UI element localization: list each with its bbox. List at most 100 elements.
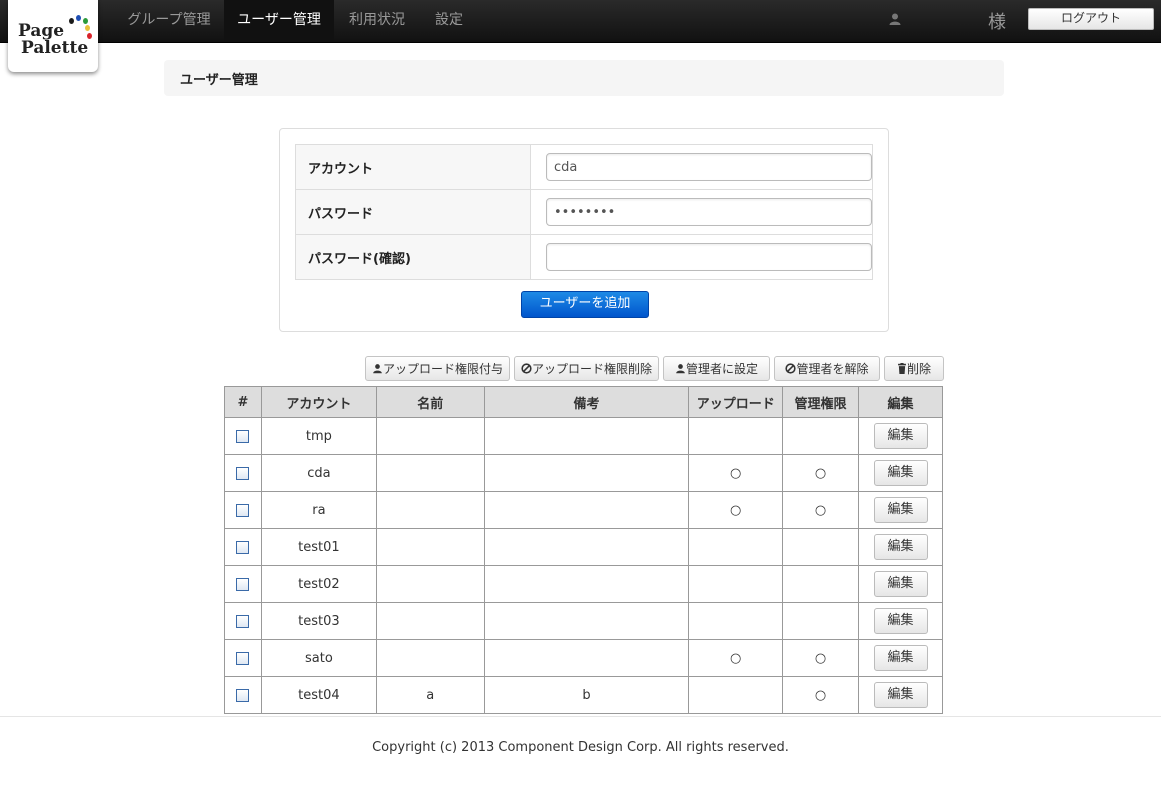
- table-row: test02 編集: [224, 565, 943, 603]
- password-label: パスワード: [295, 189, 531, 235]
- cell-admin: ○: [782, 676, 859, 714]
- cell-note: b: [483, 676, 690, 714]
- cell-name: [375, 491, 485, 529]
- edit-button[interactable]: 編集: [873, 645, 928, 671]
- top-navbar: グループ管理 ユーザー管理 利用状況 設定 様 ログアウト: [0, 0, 1161, 43]
- cell-account: test02: [260, 565, 377, 603]
- edit-button[interactable]: 編集: [873, 534, 928, 560]
- cell-upload: ○: [688, 454, 784, 492]
- cell-admin: ○: [782, 639, 859, 677]
- cell-admin: ○: [782, 491, 859, 529]
- page-title: ユーザー管理: [180, 73, 258, 88]
- cell-account: cda: [260, 454, 377, 492]
- row-checkbox[interactable]: [236, 651, 250, 665]
- cell-note: [483, 528, 690, 566]
- cell-name: [375, 602, 485, 640]
- table-row: ra ○ ○ 編集: [224, 491, 943, 529]
- cell-note: [483, 639, 690, 677]
- table-row: test01 編集: [224, 528, 943, 566]
- cell-note: [483, 454, 690, 492]
- row-checkbox[interactable]: [236, 614, 250, 628]
- logo-dot: [87, 33, 92, 39]
- column-header-admin[interactable]: 管理権限: [782, 386, 859, 418]
- delete-button[interactable]: 削除: [884, 356, 944, 381]
- add-user-form-table: アカウント パスワード パスワード(確認): [295, 144, 873, 280]
- ban-icon: [521, 363, 532, 374]
- cell-upload: ○: [688, 491, 784, 529]
- cell-upload: [688, 528, 784, 566]
- set-admin-label: 管理者に設定: [685, 362, 758, 376]
- edit-button[interactable]: 編集: [873, 571, 928, 597]
- edit-button[interactable]: 編集: [873, 682, 928, 708]
- column-header-index: #: [224, 386, 262, 418]
- add-user-button[interactable]: ユーザーを追加: [521, 291, 649, 318]
- logo-dot: [69, 18, 74, 24]
- user-icon: [676, 364, 685, 374]
- unset-admin-button[interactable]: 管理者を解除: [774, 356, 880, 381]
- cell-account: sato: [260, 639, 377, 677]
- cell-upload: [688, 676, 784, 714]
- cell-note: [483, 417, 690, 455]
- cell-name: [375, 565, 485, 603]
- revoke-upload-label: アップロード権限削除: [531, 362, 652, 376]
- cell-admin: [782, 417, 859, 455]
- cell-admin: [782, 565, 859, 603]
- edit-button[interactable]: 編集: [873, 608, 928, 634]
- nav-user-management[interactable]: ユーザー管理: [224, 0, 334, 42]
- user-suffix: 様: [988, 12, 1006, 33]
- logo-dot: [85, 25, 90, 31]
- row-checkbox[interactable]: [236, 540, 250, 554]
- cell-account: ra: [260, 491, 377, 529]
- row-checkbox[interactable]: [236, 577, 250, 591]
- password-confirm-input[interactable]: [546, 243, 872, 271]
- delete-label: 削除: [906, 362, 931, 376]
- account-label: アカウント: [295, 144, 531, 190]
- table-header-row: # アカウント 名前 備考 アップロード 管理権限 編集: [224, 386, 943, 418]
- cell-admin: [782, 528, 859, 566]
- page-palette-logo[interactable]: Page Palette: [8, 0, 98, 72]
- column-header-edit: 編集: [858, 386, 943, 418]
- column-header-account[interactable]: アカウント: [260, 386, 377, 418]
- cell-upload: [688, 417, 784, 455]
- logout-button[interactable]: ログアウト: [1028, 8, 1154, 30]
- cell-name: [375, 528, 485, 566]
- cell-name: [375, 417, 485, 455]
- cell-account: test01: [260, 528, 377, 566]
- column-header-upload[interactable]: アップロード: [688, 386, 784, 418]
- password-confirm-label: パスワード(確認): [295, 234, 531, 280]
- set-admin-button[interactable]: 管理者に設定: [663, 356, 770, 381]
- password-input[interactable]: [546, 198, 872, 226]
- table-row: test04 a b ○ 編集: [224, 676, 943, 714]
- footer-copyright: Copyright (c) 2013 Component Design Corp…: [372, 740, 789, 755]
- revoke-upload-button[interactable]: アップロード権限削除: [514, 356, 659, 381]
- edit-button[interactable]: 編集: [873, 423, 928, 449]
- nav-usage-status[interactable]: 利用状況: [334, 0, 420, 42]
- logo-text-line2: Palette: [21, 38, 89, 58]
- nav-settings[interactable]: 設定: [420, 0, 478, 42]
- column-header-note[interactable]: 備考: [483, 386, 690, 418]
- table-row: test03 編集: [224, 602, 943, 640]
- cell-name: [375, 454, 485, 492]
- edit-button[interactable]: 編集: [873, 460, 928, 486]
- cell-upload: [688, 602, 784, 640]
- grant-upload-button[interactable]: アップロード権限付与: [365, 356, 510, 381]
- row-checkbox[interactable]: [236, 429, 250, 443]
- cell-admin: [782, 602, 859, 640]
- cell-account: test03: [260, 602, 377, 640]
- table-row: tmp 編集: [224, 417, 943, 455]
- trash-icon: [898, 363, 906, 374]
- edit-button[interactable]: 編集: [873, 497, 928, 523]
- row-checkbox[interactable]: [236, 688, 250, 702]
- account-input[interactable]: [546, 153, 872, 181]
- cell-upload: ○: [688, 639, 784, 677]
- user-icon: [373, 364, 382, 374]
- row-checkbox[interactable]: [236, 466, 250, 480]
- cell-name: [375, 639, 485, 677]
- users-table: # アカウント 名前 備考 アップロード 管理権限 編集 tmp 編集 cda …: [224, 386, 943, 714]
- ban-icon: [785, 363, 797, 374]
- logo-dot: [83, 18, 88, 24]
- column-header-name[interactable]: 名前: [375, 386, 485, 418]
- nav-group-management[interactable]: グループ管理: [114, 0, 224, 42]
- row-checkbox[interactable]: [236, 503, 250, 517]
- cell-name: a: [375, 676, 485, 714]
